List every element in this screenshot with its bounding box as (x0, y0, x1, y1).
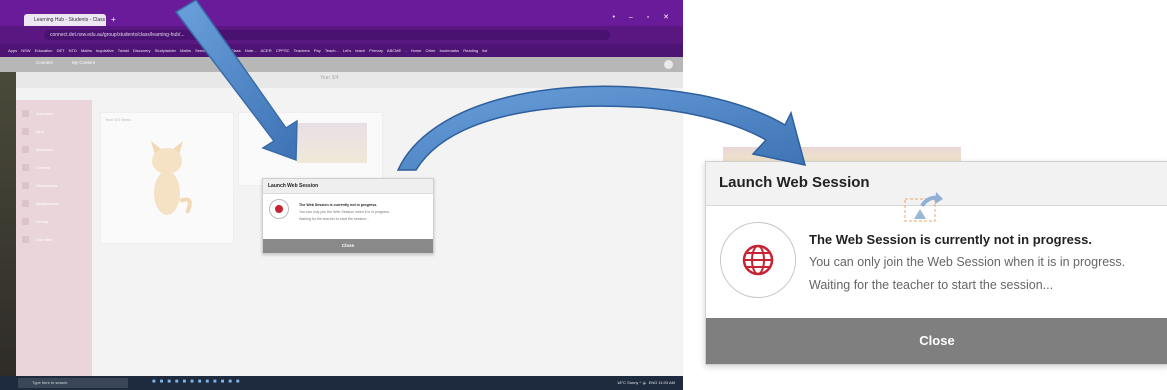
sidebar-item-overview[interactable]: Overview (20, 108, 88, 119)
discussions-icon (22, 182, 29, 189)
library-icon (22, 218, 29, 225)
globe-icon-circle (720, 222, 796, 298)
site-title: Year 3/4 (320, 75, 339, 81)
cat-illustration (151, 141, 192, 215)
background-image-peek (723, 147, 961, 162)
content-icon (22, 164, 29, 171)
dialog-header: Launch Web Session (706, 162, 1167, 206)
address-bar: connect.det.nsw.edu.au/group/students/cl… (0, 26, 683, 44)
tree-image (297, 123, 367, 163)
news-card[interactable]: Year 3/4 News (100, 112, 234, 244)
sidebar-item-members[interactable]: Members (20, 144, 88, 155)
globe-icon (742, 244, 774, 276)
dialog-message-line2: You can only join the Web Session when i… (809, 255, 1126, 269)
kind-icon (22, 128, 29, 135)
mini-close-button[interactable]: Close (263, 239, 433, 253)
window-controls[interactable]: • – ▫ ✕ (612, 13, 675, 21)
site-header: Year 3/4 (0, 72, 683, 88)
nav-my-content[interactable]: My Content (72, 60, 95, 65)
assignments-icon (22, 200, 29, 207)
browser-tab-bar: Learning Hub - Students - Class ... + • … (0, 0, 683, 26)
mini-globe-icon (269, 199, 289, 219)
live-web-icon (22, 236, 29, 243)
mini-dialog-line2: You can only join the Web Session when i… (299, 210, 390, 214)
taskbar-search[interactable]: Type here to search (18, 378, 128, 388)
browser-screenshot: Learning Hub - Students - Class ... + • … (0, 0, 683, 390)
nav-connect[interactable]: Connect (36, 60, 53, 65)
taskbar-app-icons[interactable]: ■■■■■■■■■■■■ (152, 379, 244, 385)
windows-taskbar: Type here to search ■■■■■■■■■■■■ 18°C Su… (0, 376, 683, 390)
dialog-title: Launch Web Session (719, 174, 870, 191)
mini-dialog-title: Launch Web Session (263, 179, 433, 194)
mini-dialog-line1: The Web Session is currently not in prog… (299, 203, 378, 207)
dialog-message-bold: The Web Session is currently not in prog… (809, 232, 1092, 247)
sidebar-item-live-web[interactable]: Live Web (20, 234, 88, 245)
app-header: Connect My Content (0, 57, 683, 72)
dialog-message-line3: Waiting for the teacher to start the ses… (809, 278, 1054, 292)
taskbar-status: 18°C Sunny ^ 🔈 ENG 11:03 AM (617, 380, 675, 385)
sidebar-item-kind[interactable]: Kind (20, 126, 88, 137)
avatar[interactable] (664, 60, 673, 69)
desktop-wallpaper-strip (0, 72, 16, 376)
browser-tab[interactable]: Learning Hub - Students - Class ... (24, 14, 106, 26)
sidebar-item-content[interactable]: Content (20, 162, 88, 173)
members-icon (22, 146, 29, 153)
bookmarks-bar[interactable]: Apps NSW Education DET NTD Maths Inquisi… (0, 44, 683, 57)
sidebar-item-discussions[interactable]: Discussions (20, 180, 88, 191)
sidebar-item-assignments[interactable]: Assignments (20, 198, 88, 209)
sidebar-item-library[interactable]: Library (20, 216, 88, 227)
launch-web-session-dialog: Launch Web Session The Web Session is cu… (705, 161, 1167, 365)
new-tab-button[interactable]: + (111, 15, 116, 24)
url-field[interactable]: connect.det.nsw.edu.au/group/students/cl… (44, 30, 610, 40)
sidebar: Overview Kind Members Content Discussion… (16, 100, 92, 376)
card-title: Year 3/4 News (105, 117, 131, 122)
mini-dialog-line3: Waiting for the teacher to start the ses… (299, 217, 370, 221)
close-button[interactable]: Close (706, 318, 1167, 364)
overview-icon (22, 110, 29, 117)
mini-launch-dialog: Launch Web Session The Web Session is cu… (262, 178, 434, 254)
tree-card[interactable] (238, 112, 383, 186)
